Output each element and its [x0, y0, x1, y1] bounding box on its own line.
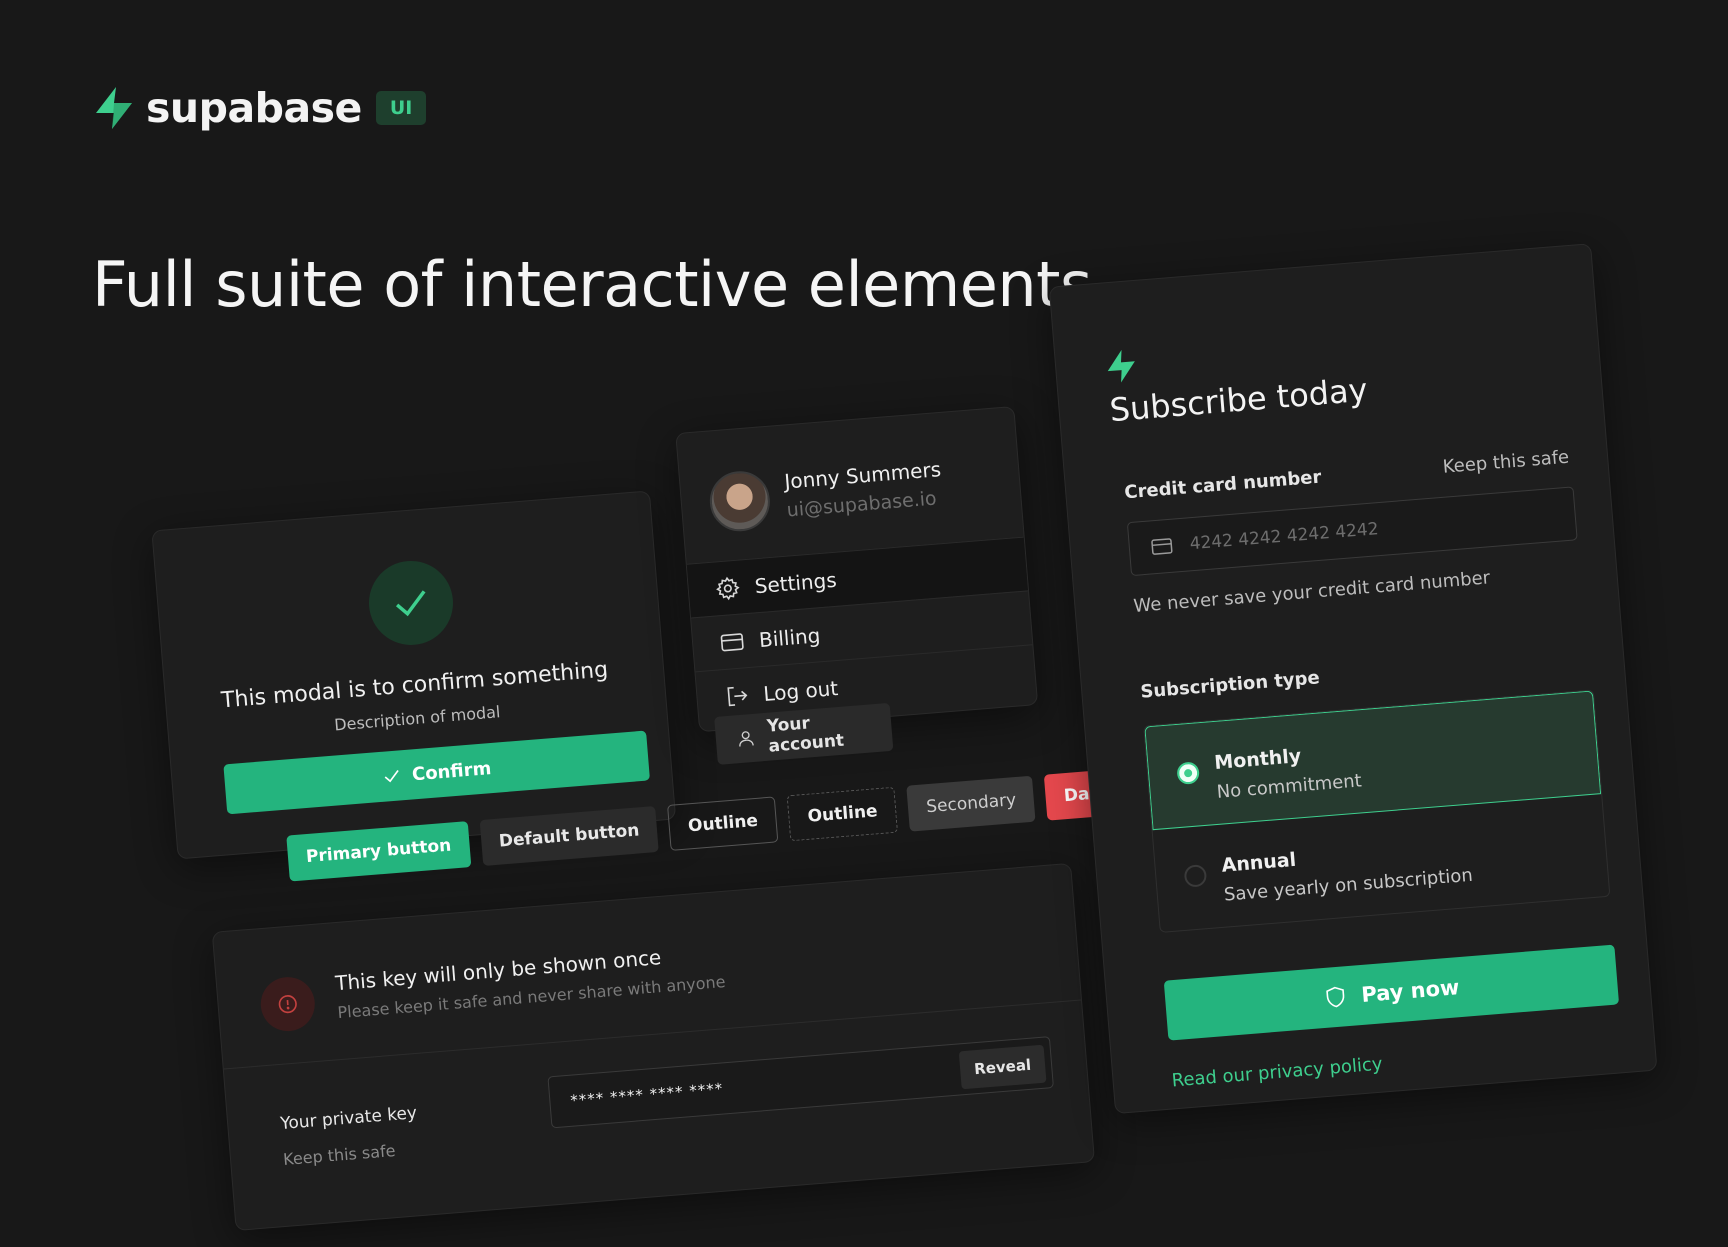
user-email: ui@supabase.io [786, 487, 937, 521]
confirm-label: Confirm [411, 758, 492, 785]
menu-item-label: Settings [754, 567, 838, 598]
radio-option-title: Monthly [1214, 745, 1302, 774]
credit-card-input[interactable]: 4242 4242 4242 4242 [1127, 486, 1578, 576]
reveal-button[interactable]: Reveal [959, 1045, 1047, 1090]
your-account-label: Your account [766, 707, 893, 757]
radio-option-description: No commitment [1216, 770, 1363, 803]
menu-item-label: Log out [762, 676, 839, 706]
profile-dropdown: Jonny Summers ui@supabase.io Settings Bi… [675, 406, 1038, 732]
credit-card-icon [1147, 533, 1177, 559]
alert-icon [276, 992, 300, 1016]
subscription-type-label: Subscription type [1140, 667, 1321, 702]
credit-card-placeholder: 4242 4242 4242 4242 [1189, 519, 1379, 554]
outline-dashed-button[interactable]: Outline [787, 787, 898, 842]
menu-item-label: Billing [758, 623, 821, 652]
private-key-help: Keep this safe [282, 1141, 396, 1169]
radio-button-selected[interactable] [1176, 761, 1200, 785]
components-showcase: This modal is to confirm something Descr… [0, 0, 1728, 1231]
outline-button[interactable]: Outline [667, 796, 778, 851]
credit-card-hint: Keep this safe [1442, 447, 1570, 478]
pay-now-label: Pay now [1360, 975, 1460, 1007]
shield-icon [1323, 983, 1349, 1011]
subscribe-card: Subscribe today Credit card number Keep … [1049, 243, 1658, 1114]
radio-button[interactable] [1184, 864, 1208, 888]
private-key-card: This key will only be shown once Please … [212, 863, 1095, 1231]
avatar[interactable] [708, 469, 773, 534]
success-circle [366, 558, 456, 648]
pay-now-button[interactable]: Pay now [1164, 945, 1619, 1041]
supabase-bolt-icon [1103, 347, 1140, 386]
credit-card-icon [718, 628, 746, 656]
check-icon [388, 580, 433, 625]
private-key-value: **** **** **** **** [570, 1079, 724, 1109]
subscription-radio-group: Monthly No commitment Annual Save yearly… [1143, 689, 1610, 933]
private-key-label: Your private key [280, 1103, 418, 1134]
privacy-policy-link[interactable]: Read our privacy policy [1171, 1054, 1383, 1092]
radio-option-title: Annual [1221, 849, 1297, 877]
warning-circle [259, 975, 317, 1033]
credit-card-label: Credit card number [1124, 467, 1322, 504]
credit-card-help: We never save your credit card number [1133, 567, 1491, 617]
private-key-input[interactable]: **** **** **** **** Reveal [547, 1036, 1054, 1128]
user-icon [735, 728, 756, 750]
confirm-modal: This modal is to confirm something Descr… [151, 490, 676, 859]
check-icon [381, 765, 403, 787]
logout-icon [722, 682, 750, 710]
gear-icon [714, 574, 742, 602]
secondary-button[interactable]: Secondary [907, 776, 1036, 832]
subscribe-title: Subscribe today [1108, 371, 1369, 430]
confirm-button[interactable]: Confirm [223, 731, 650, 815]
